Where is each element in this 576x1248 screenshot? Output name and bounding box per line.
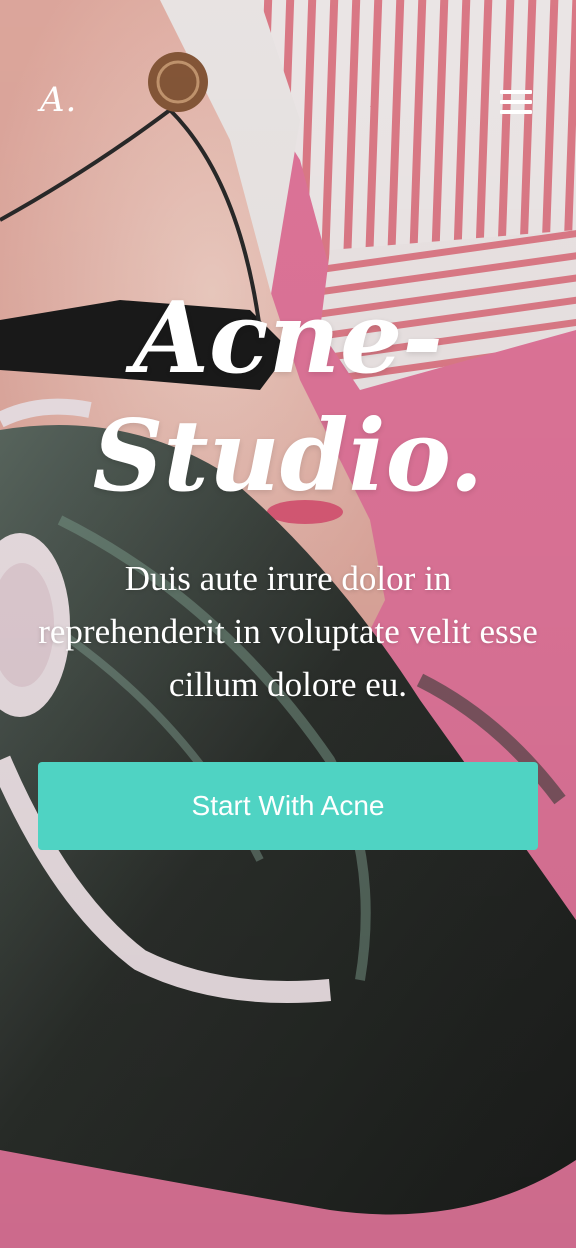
menu-bar-top — [500, 90, 532, 94]
hamburger-menu-icon[interactable] — [500, 90, 532, 114]
hero-subtitle: Duis aute irure dolor in reprehenderit i… — [38, 559, 538, 704]
logo[interactable]: A. — [40, 80, 77, 120]
hero-title: Acne- Studio. — [0, 280, 576, 516]
menu-bar-bottom — [500, 110, 532, 114]
menu-bar-middle — [500, 100, 532, 104]
hero-title-line-2: Studio. — [92, 399, 484, 514]
hero-title-line-1: Acne- — [133, 281, 443, 396]
start-with-acne-button[interactable]: Start With Acne — [38, 762, 538, 850]
